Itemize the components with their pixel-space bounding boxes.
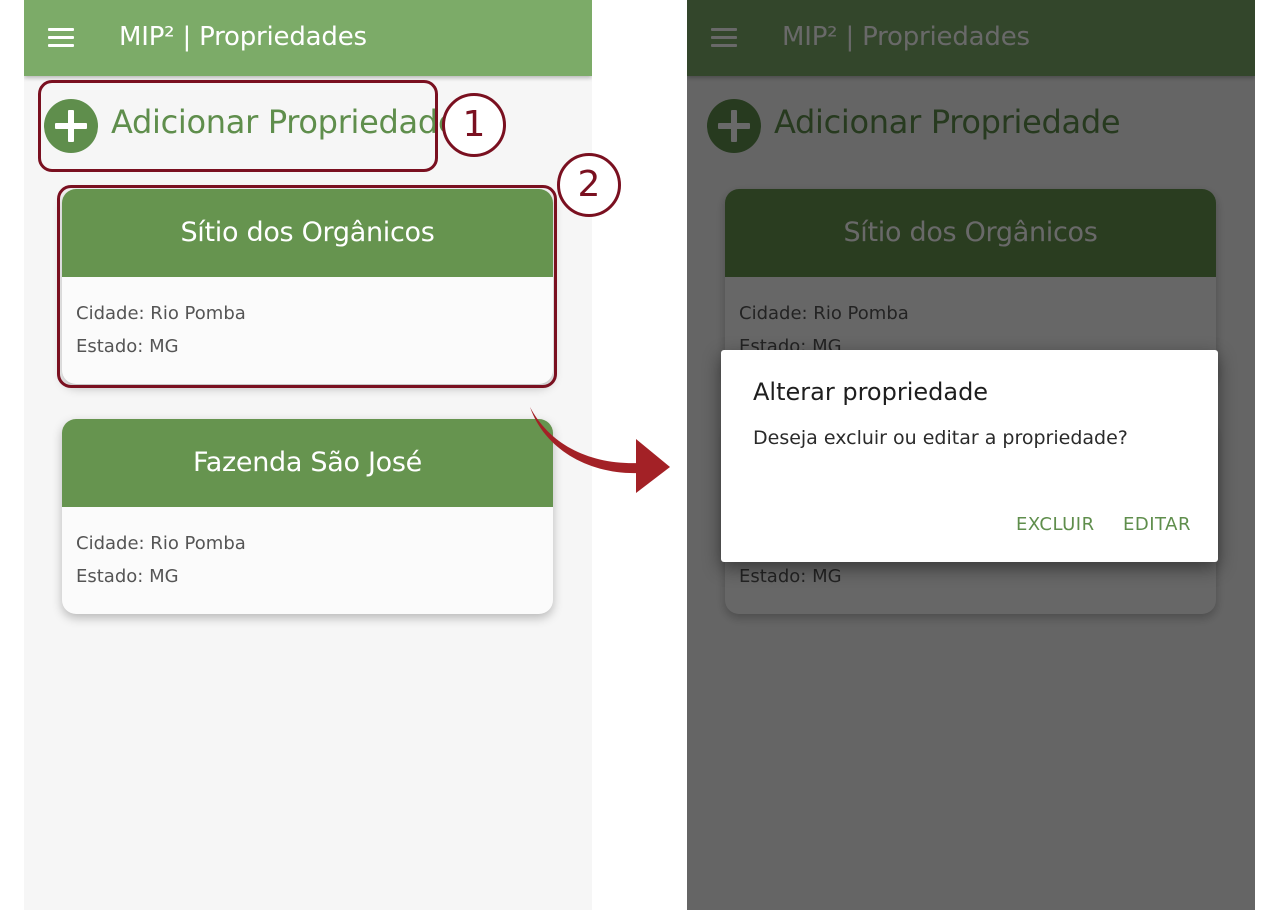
dialog-title: Alterar propriedade <box>753 378 989 406</box>
alter-property-dialog: Alterar propriedade Deseja excluir ou ed… <box>721 350 1218 562</box>
right-screen: MIP² | Propriedades Adicionar Propriedad… <box>687 0 1255 910</box>
app-bar-title: MIP² | Propriedades <box>119 22 367 52</box>
edit-button[interactable]: EDITAR <box>1123 514 1191 535</box>
hamburger-menu-icon[interactable] <box>48 28 74 48</box>
property-city: Cidade: Rio Pomba <box>76 533 246 554</box>
property-state: Estado: MG <box>76 566 179 587</box>
callout-number-1: 1 <box>442 93 506 157</box>
dialog-message: Deseja excluir ou editar a propriedade? <box>753 427 1128 449</box>
property-card-header: Fazenda São José <box>62 419 553 507</box>
highlight-add-property <box>38 80 438 172</box>
delete-button[interactable]: EXCLUIR <box>1016 514 1095 535</box>
callout-number-2: 2 <box>557 153 621 217</box>
property-name: Fazenda São José <box>193 447 422 478</box>
app-bar: MIP² | Propriedades <box>24 0 592 76</box>
highlight-property-card <box>57 185 557 388</box>
property-card[interactable]: Fazenda São José Cidade: Rio Pomba Estad… <box>62 419 553 614</box>
curved-arrow-icon <box>530 407 670 493</box>
